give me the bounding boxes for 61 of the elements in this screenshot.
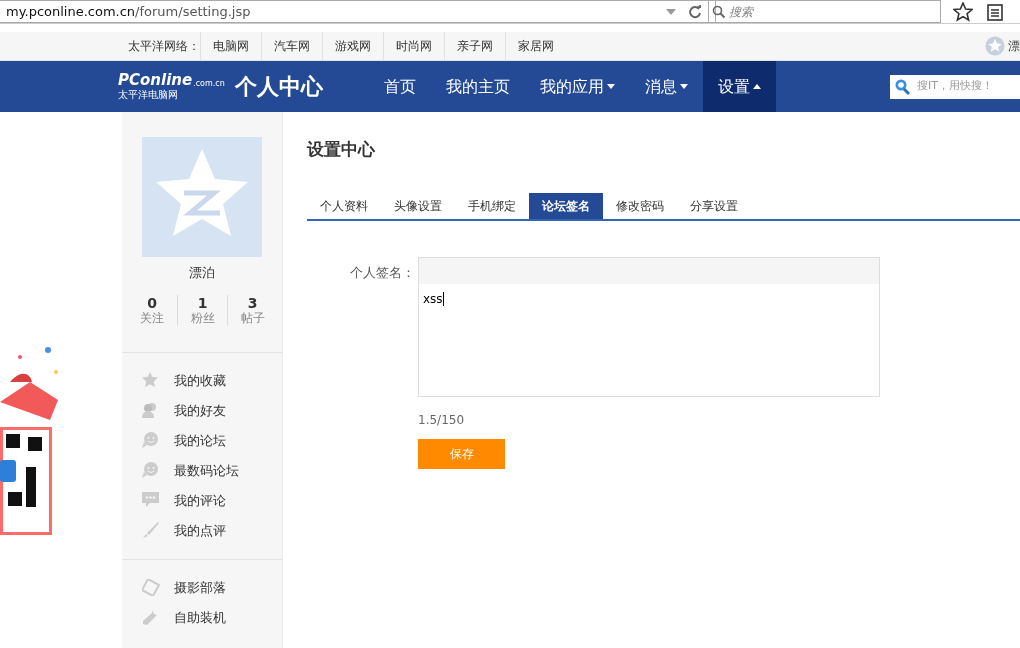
- wrench-icon: [142, 609, 160, 627]
- sidebar-item[interactable]: 最数码论坛: [174, 460, 239, 481]
- caret-icon: [679, 84, 688, 89]
- clipboard-icon[interactable]: [987, 2, 1003, 21]
- search-icon: [712, 4, 726, 19]
- username-link[interactable]: 漂: [1008, 37, 1020, 55]
- section-title: 设置中心: [307, 138, 376, 161]
- signature-field[interactable]: xss: [418, 256, 880, 397]
- reload-icon[interactable]: [688, 4, 702, 19]
- avatar-icon: [985, 36, 1005, 56]
- stat-label: 粉丝: [189, 311, 216, 326]
- stat-value: 1: [196, 294, 209, 312]
- sidebar-item[interactable]: 我的点评: [174, 520, 226, 541]
- tab[interactable]: 分享设置: [677, 192, 751, 219]
- character-counter: 1.5/150: [418, 411, 466, 429]
- sidebar-item[interactable]: 摄影部落: [174, 577, 226, 598]
- nav-item[interactable]: 消息: [629, 61, 703, 112]
- stat-label: 关注: [139, 311, 165, 326]
- caret-icon: [606, 84, 615, 89]
- dropdown-icon[interactable]: [666, 7, 676, 16]
- search-icon: [893, 77, 911, 96]
- stat-value: 0: [146, 294, 158, 312]
- sidebar-item[interactable]: 自助装机: [174, 607, 226, 628]
- sidebar-item[interactable]: 我的评论: [174, 490, 226, 511]
- field-label: 个人签名：: [349, 263, 416, 282]
- network-link[interactable]: 家居网: [505, 31, 566, 61]
- url-field[interactable]: my.pconline.com.cn/forum/setting.jsp: [0, 0, 716, 23]
- network-link[interactable]: 汽车网: [261, 31, 322, 61]
- logo-text[interactable]: PConline: [118, 73, 193, 88]
- tab[interactable]: 个人资料: [307, 192, 381, 219]
- tab[interactable]: 头像设置: [381, 192, 455, 219]
- username[interactable]: 漂泊: [122, 263, 282, 283]
- stat-value: 3: [246, 294, 259, 312]
- tab[interactable]: 修改密码: [603, 192, 677, 219]
- network-link[interactable]: 亲子网: [444, 31, 505, 61]
- page-title: 个人中心: [234, 73, 323, 101]
- chat-icon: [142, 432, 160, 450]
- comment-icon: [142, 492, 160, 510]
- tab[interactable]: 手机绑定: [455, 192, 529, 219]
- network-label: 太平洋网络：: [128, 38, 200, 55]
- stat-label: 帖子: [239, 311, 266, 326]
- chat-icon: [142, 462, 160, 480]
- tag-icon: [142, 579, 160, 597]
- nav-item[interactable]: 我的主页: [430, 61, 525, 112]
- sidebar-item[interactable]: 我的收藏: [174, 370, 226, 391]
- nav-item[interactable]: 我的应用: [524, 61, 630, 112]
- star-icon: [142, 372, 160, 390]
- star-icon[interactable]: [953, 1, 973, 22]
- nav-item[interactable]: 首页: [368, 61, 431, 112]
- tab[interactable]: 论坛签名: [529, 192, 603, 219]
- caret-icon: [752, 84, 761, 89]
- sidebar-item[interactable]: 我的论坛: [174, 430, 226, 451]
- nav-item[interactable]: 设置: [702, 61, 776, 112]
- network-link[interactable]: 游戏网: [322, 31, 383, 61]
- brush-icon: [142, 522, 160, 540]
- logo-domain: .com.cn: [193, 80, 225, 88]
- network-link[interactable]: 时尚网: [383, 31, 444, 61]
- logo-tagline: 太平洋电脑网: [118, 89, 178, 100]
- network-link[interactable]: 电脑网: [200, 31, 261, 61]
- search-field[interactable]: 搜索: [708, 0, 941, 23]
- sidebar-item[interactable]: 我的好友: [174, 400, 226, 421]
